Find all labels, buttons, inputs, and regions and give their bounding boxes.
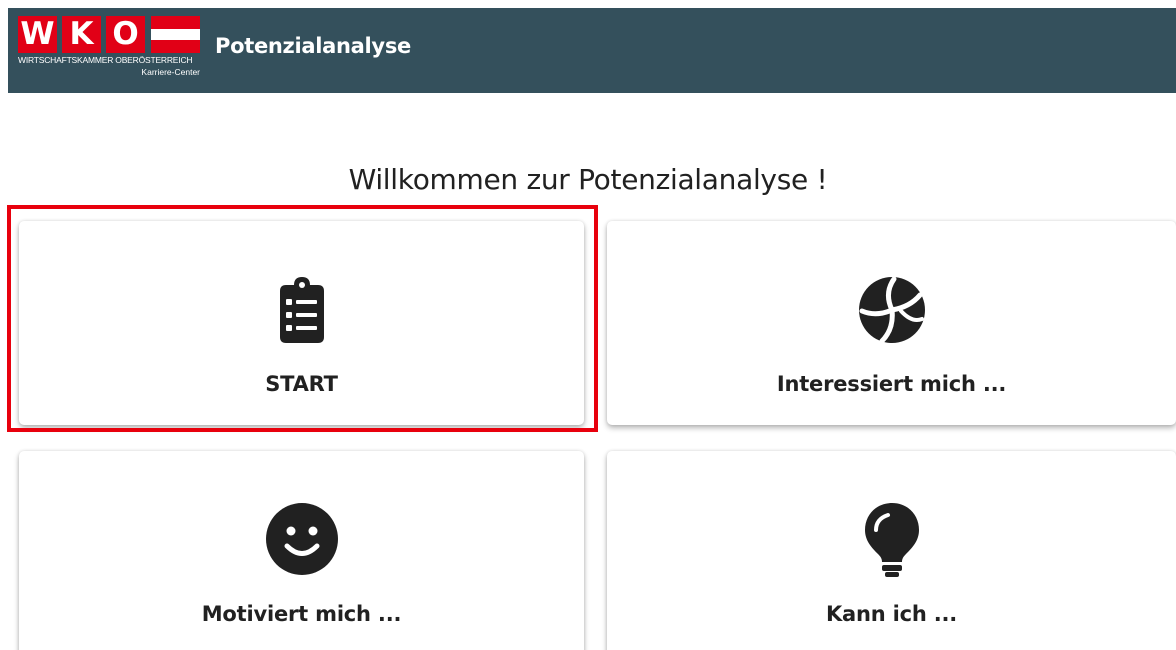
skills-card-label: Kann ich ... <box>825 602 958 626</box>
motivation-card-label: Motiviert mich ... <box>201 602 402 626</box>
skills-card[interactable]: Kann ich ... <box>607 451 1176 650</box>
start-card[interactable]: START <box>19 221 584 425</box>
volleyball-icon <box>854 271 930 347</box>
header-title: Potenzialanalyse <box>215 34 411 58</box>
motivation-card[interactable]: Motiviert mich ... <box>19 451 584 650</box>
lightbulb-icon <box>854 501 930 577</box>
clipboard-list-icon <box>264 271 340 347</box>
interests-card[interactable]: Interessiert mich ... <box>607 221 1176 425</box>
app-header: W K O WIRTSCHAFTSKAMMER OBERÖSTERREICH K… <box>8 8 1176 93</box>
austrian-flag-icon <box>151 16 200 53</box>
wko-logo[interactable]: W K O WIRTSCHAFTSKAMMER OBERÖSTERREICH K… <box>18 16 200 90</box>
smiley-face-icon <box>264 501 340 577</box>
logo-subtitle: WIRTSCHAFTSKAMMER OBERÖSTERREICH <box>18 55 193 65</box>
logo-letter-k: K <box>62 16 101 53</box>
interests-card-label: Interessiert mich ... <box>776 372 1007 396</box>
welcome-heading: Willkommen zur Potenzialanalyse ! <box>348 163 828 196</box>
logo-subtitle-secondary: Karriere-Center <box>141 67 200 77</box>
logo-letter-o: O <box>106 16 145 53</box>
start-card-label: START <box>265 372 338 396</box>
logo-letter-w: W <box>18 16 57 53</box>
app: W K O WIRTSCHAFTSKAMMER OBERÖSTERREICH K… <box>0 0 1176 650</box>
